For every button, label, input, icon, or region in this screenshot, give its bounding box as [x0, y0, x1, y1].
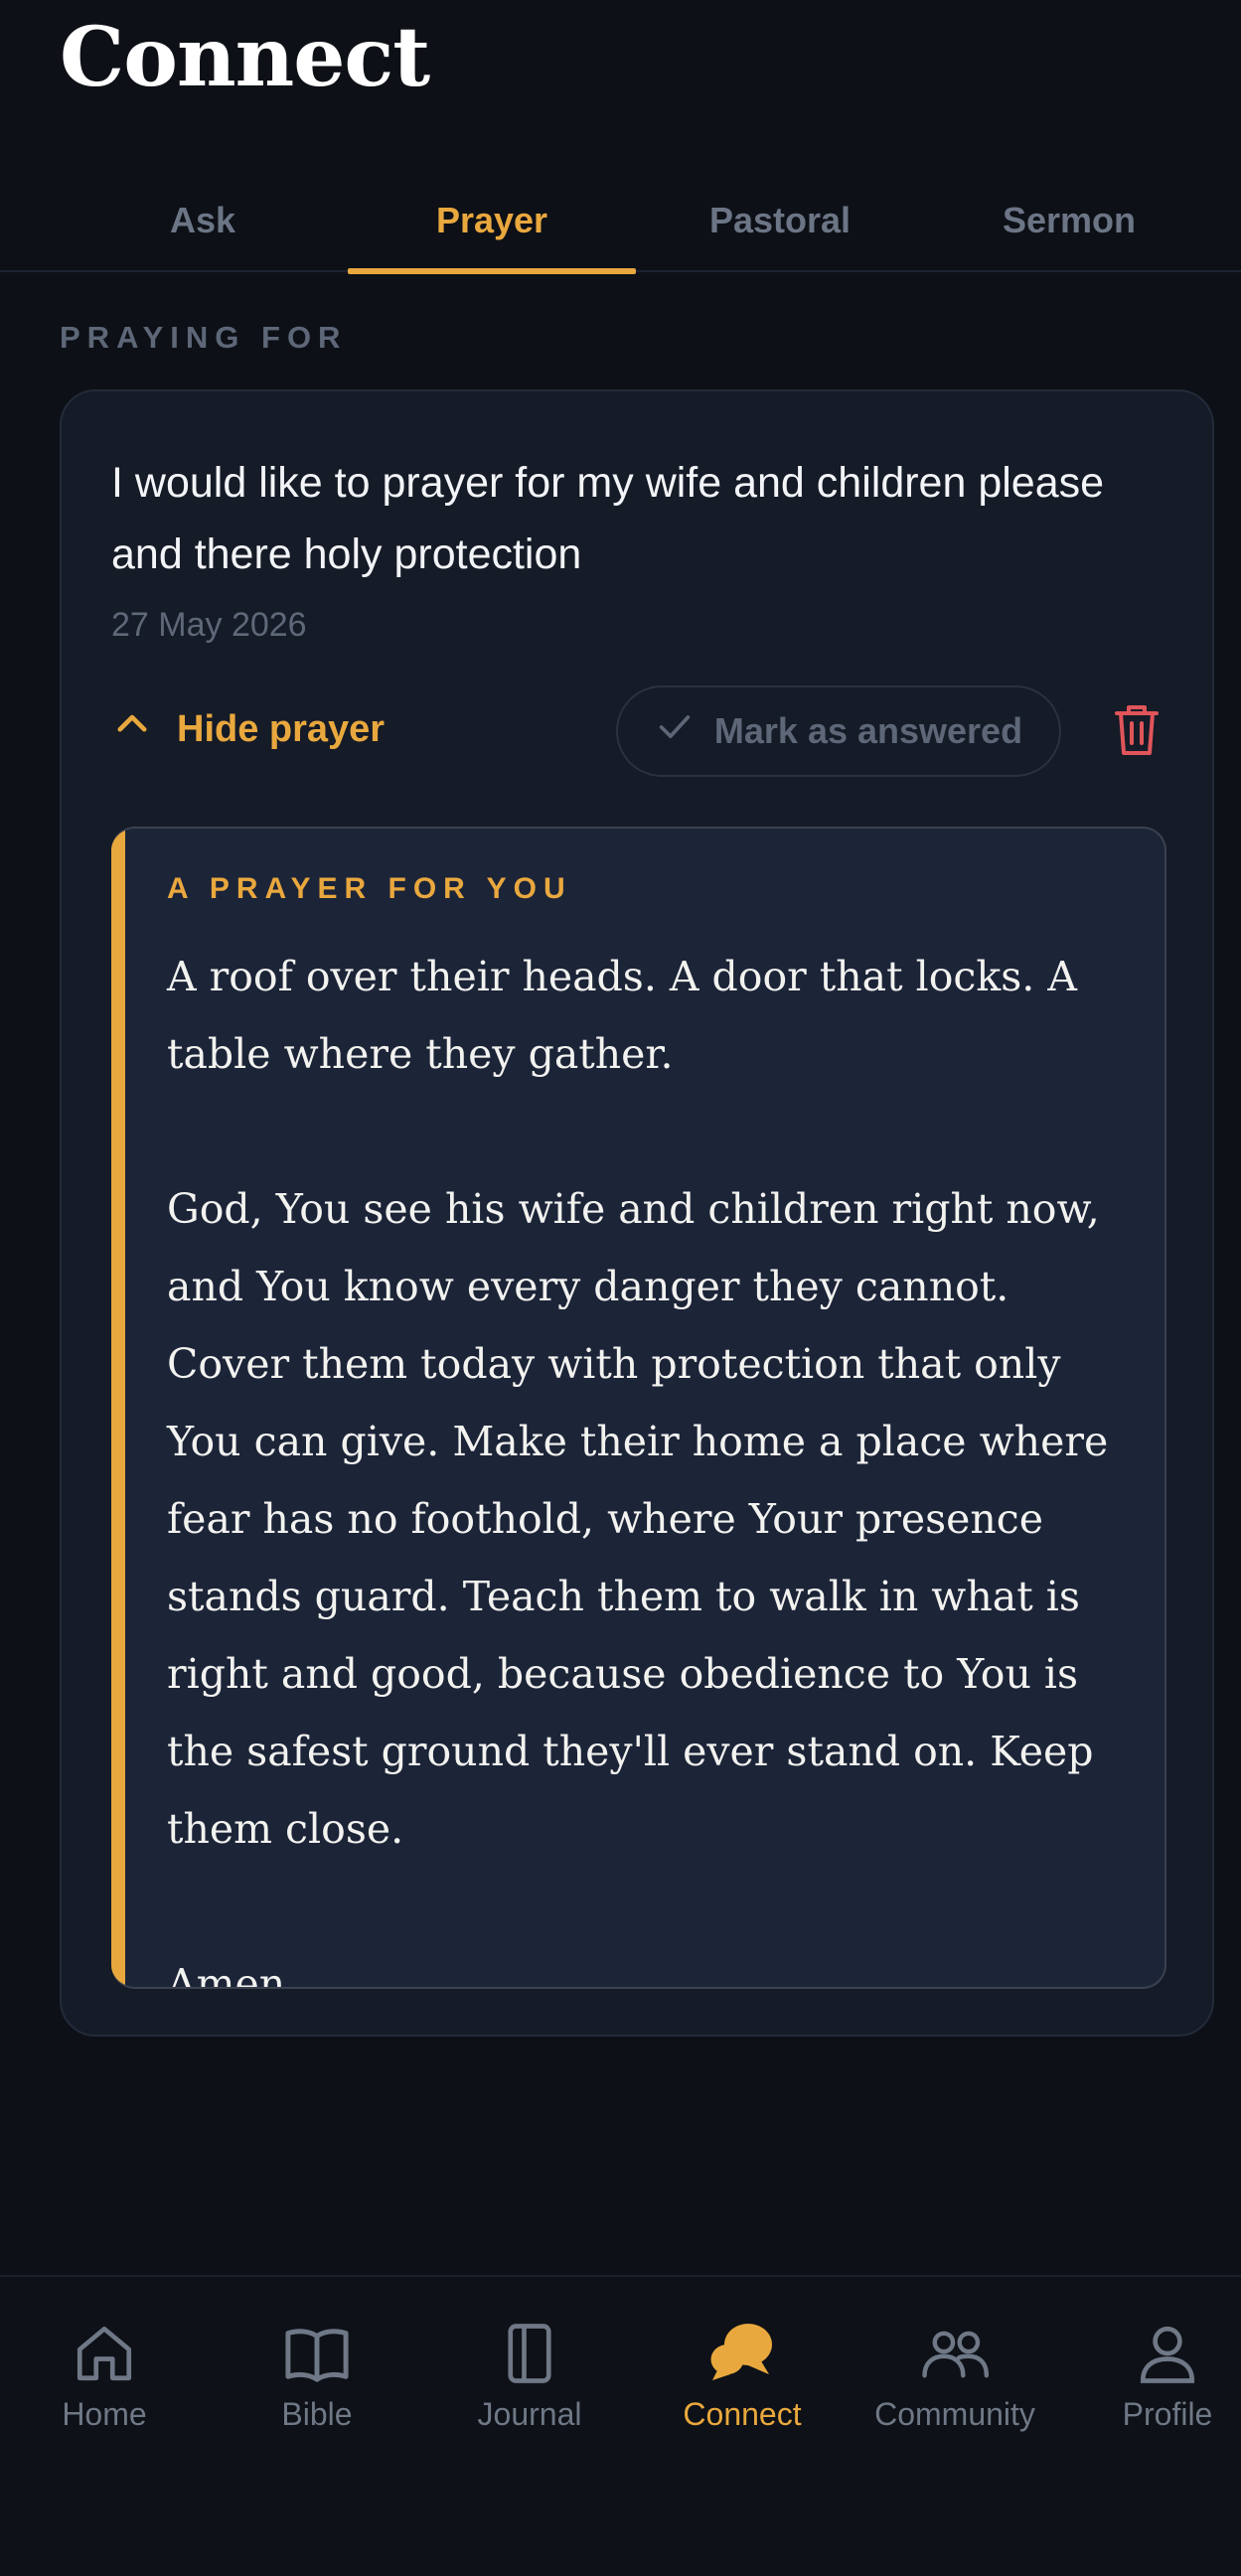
nav-home[interactable]: Home	[5, 2319, 204, 2448]
prayer-heading: A PRAYER FOR YOU	[167, 872, 572, 905]
tab-bar: Ask Prayer Pastoral Sermon	[0, 169, 1241, 274]
journal-icon	[492, 2319, 567, 2388]
hide-prayer-button[interactable]: Hide prayer	[111, 689, 385, 769]
prayer-body: A roof over their heads. A door that loc…	[167, 938, 1141, 1989]
mark-answered-button[interactable]: Mark as answered	[616, 685, 1061, 777]
tab-prayer[interactable]: Prayer	[348, 169, 636, 274]
request-text: I would like to prayer for my wife and c…	[111, 459, 1105, 578]
check-icon	[655, 707, 695, 756]
book-icon	[279, 2319, 355, 2388]
nav-bible-label: Bible	[281, 2396, 353, 2432]
nav-community-label: Community	[874, 2396, 1035, 2432]
bottom-nav: Home Bible Journal Connect Community Pro…	[0, 2275, 1241, 2576]
nav-profile[interactable]: Profile	[1068, 2319, 1241, 2448]
nav-connect[interactable]: Connect	[643, 2319, 842, 2448]
request-date: 27 May 2026	[111, 606, 307, 644]
nav-journal[interactable]: Journal	[430, 2319, 629, 2448]
nav-connect-label: Connect	[683, 2396, 802, 2432]
chevron-up-icon	[111, 703, 153, 755]
tab-ask[interactable]: Ask	[59, 169, 347, 272]
accent-bar	[111, 829, 125, 1987]
nav-profile-label: Profile	[1122, 2396, 1213, 2432]
hide-prayer-label: Hide prayer	[177, 707, 386, 750]
mark-answered-label: Mark as answered	[713, 710, 1023, 751]
nav-bible[interactable]: Bible	[218, 2319, 416, 2448]
generated-prayer: A PRAYER FOR YOU A roof over their heads…	[111, 827, 1166, 1989]
chat-icon	[704, 2319, 780, 2388]
prayer-paragraph: God, You see his wife and children right…	[167, 1185, 1109, 1853]
prayer-paragraph: Amen.	[167, 1960, 299, 1989]
page: Connect Ask Prayer Pastoral Sermon PRAYI…	[0, 0, 1241, 2576]
nav-home-label: Home	[62, 2396, 147, 2432]
home-icon	[67, 2319, 142, 2388]
prayer-paragraph: A roof over their heads. A door that loc…	[167, 953, 1077, 1078]
prayer-request-card: I would like to prayer for my wife and c…	[60, 389, 1214, 2037]
person-icon	[1130, 2319, 1205, 2388]
delete-button[interactable]	[1107, 699, 1166, 763]
tab-pastoral[interactable]: Pastoral	[636, 169, 924, 272]
trash-icon	[1113, 701, 1161, 762]
nav-community[interactable]: Community	[855, 2319, 1054, 2448]
nav-journal-label: Journal	[477, 2396, 582, 2432]
tab-sermon[interactable]: Sermon	[925, 169, 1213, 272]
section-label: PRAYING FOR	[60, 320, 348, 355]
people-icon	[917, 2319, 993, 2388]
page-title: Connect	[60, 10, 430, 105]
